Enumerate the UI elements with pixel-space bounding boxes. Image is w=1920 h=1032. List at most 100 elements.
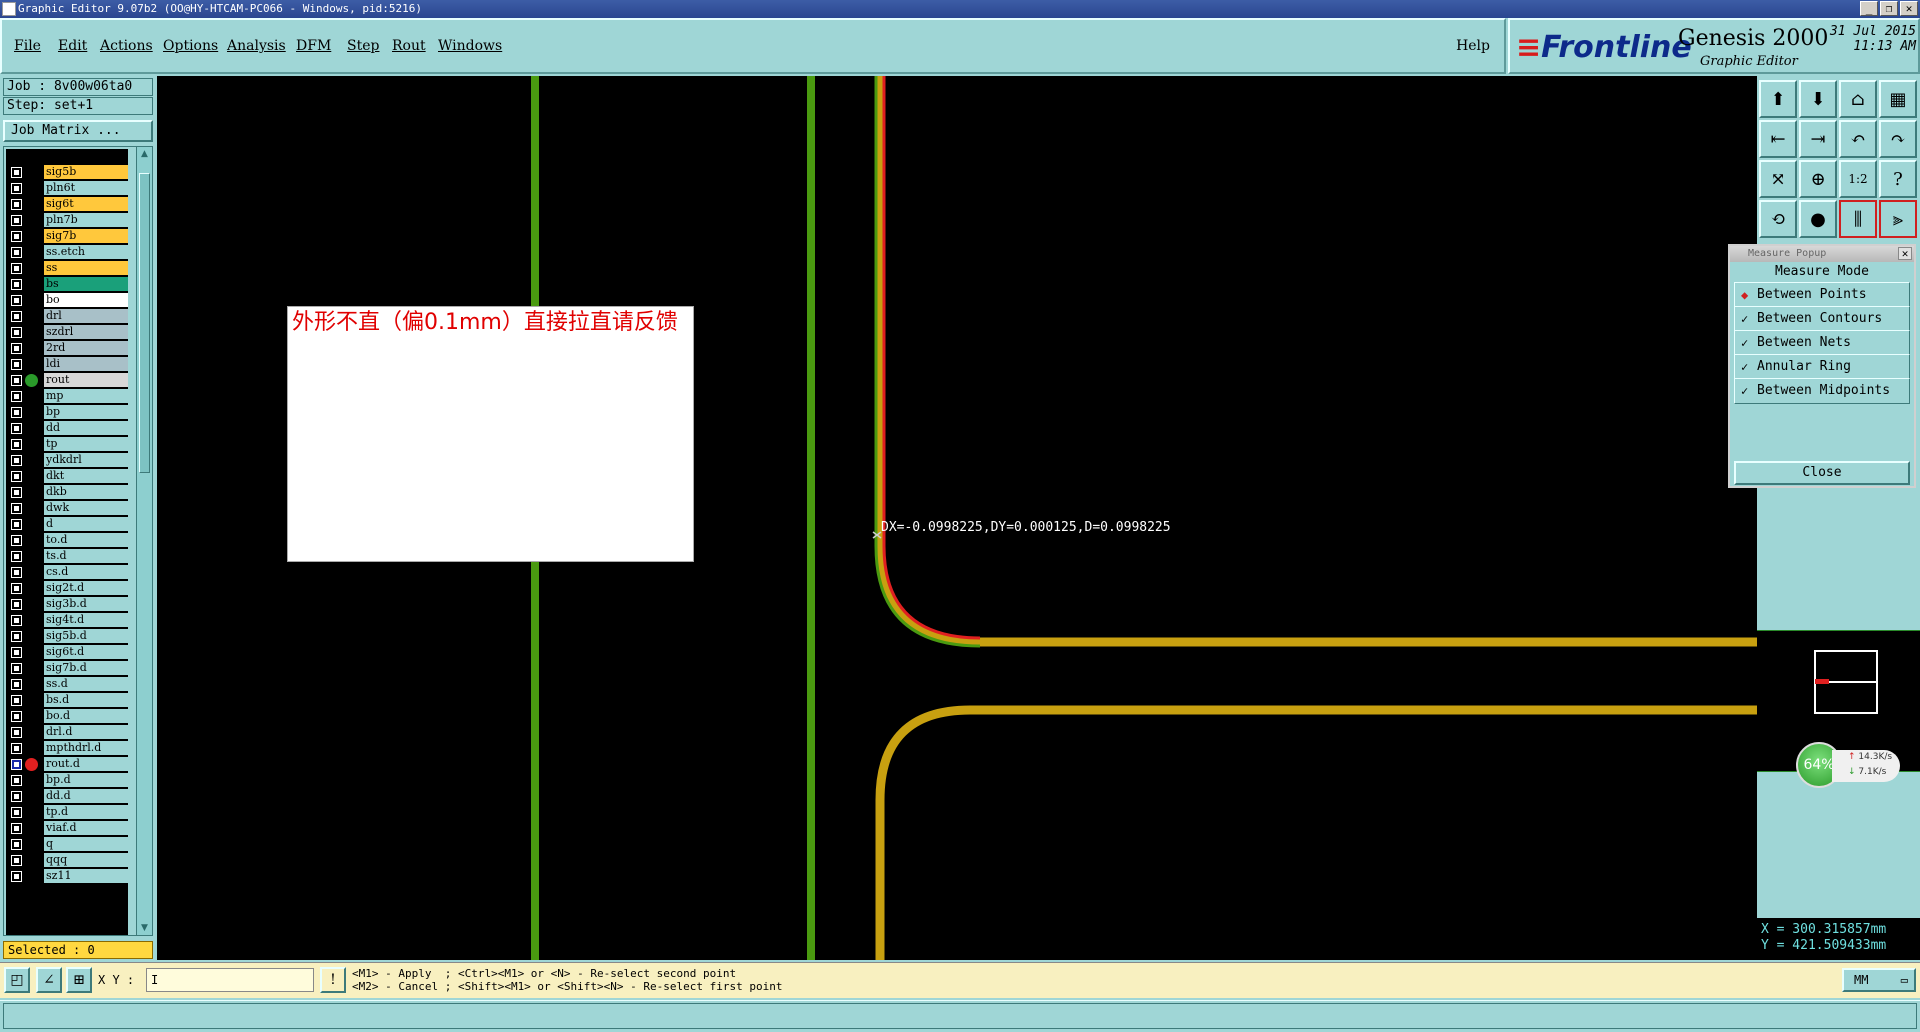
tool-zoom-fit-icon[interactable]: ⤧ <box>1759 160 1797 198</box>
layer-name[interactable]: pln7b <box>44 213 128 227</box>
layer-name[interactable]: sig5b.d <box>44 629 128 643</box>
layer-row[interactable]: ss.etch <box>6 245 128 259</box>
layer-name[interactable]: sig2t.d <box>44 581 128 595</box>
layer-row[interactable]: viaf.d <box>6 821 128 835</box>
layer-row[interactable]: sig3b.d <box>6 597 128 611</box>
layer-name[interactable]: bs <box>44 277 128 291</box>
layer-name[interactable]: dkb <box>44 485 128 499</box>
layer-row[interactable]: pln6t <box>6 181 128 195</box>
mode-between-nets[interactable]: ✓ Between Nets <box>1734 330 1910 356</box>
layer-checkbox[interactable] <box>11 615 22 626</box>
layer-name[interactable]: qqq <box>44 853 128 867</box>
layer-checkbox[interactable] <box>11 487 22 498</box>
layer-row[interactable]: drl <box>6 309 128 323</box>
layer-row[interactable]: ldi <box>6 357 128 371</box>
layer-row[interactable]: sig6t <box>6 197 128 211</box>
layer-name[interactable]: tp.d <box>44 805 128 819</box>
units-select[interactable]: MM ▭ <box>1842 968 1916 992</box>
layer-checkbox[interactable] <box>11 183 22 194</box>
layer-checkbox[interactable] <box>11 215 22 226</box>
layer-row[interactable]: sig2t.d <box>6 581 128 595</box>
layer-checkbox[interactable] <box>11 199 22 210</box>
layer-affected-icon[interactable] <box>25 758 38 771</box>
layer-name[interactable]: dwk <box>44 501 128 515</box>
layer-checkbox[interactable] <box>11 871 22 882</box>
layer-checkbox[interactable] <box>11 407 22 418</box>
layer-row[interactable]: rout.d <box>6 757 128 771</box>
layer-name[interactable]: bp <box>44 405 128 419</box>
layer-name[interactable]: to.d <box>44 533 128 547</box>
job-matrix-button[interactable]: Job Matrix ... <box>3 120 153 142</box>
layer-name[interactable]: dkt <box>44 469 128 483</box>
layer-checkbox[interactable] <box>11 263 22 274</box>
menu-help[interactable]: Help <box>1456 38 1490 54</box>
layer-row[interactable]: to.d <box>6 533 128 547</box>
menu-actions[interactable]: Actions <box>100 38 153 54</box>
layer-checkbox[interactable] <box>11 279 22 290</box>
layer-name[interactable]: dd.d <box>44 789 128 803</box>
popup-close-icon[interactable]: ✕ <box>1898 247 1912 260</box>
layer-checkbox[interactable] <box>11 503 22 514</box>
scroll-up-icon[interactable]: ▲ <box>139 149 150 159</box>
tool-save-icon[interactable]: ⬇ <box>1799 80 1837 118</box>
layer-checkbox[interactable] <box>11 455 22 466</box>
tool-scale-button[interactable]: 1:2 <box>1839 160 1877 198</box>
layer-name[interactable]: bo.d <box>44 709 128 723</box>
layer-row[interactable]: bs <box>6 277 128 291</box>
layer-checkbox[interactable] <box>11 391 22 402</box>
layer-name[interactable]: ss.etch <box>44 245 128 259</box>
mode-between-contours[interactable]: ✓ Between Contours <box>1734 306 1910 332</box>
layer-checkbox[interactable] <box>11 823 22 834</box>
layer-row[interactable]: ss <box>6 261 128 275</box>
layer-row[interactable]: sig5b <box>6 165 128 179</box>
menu-dfm[interactable]: DFM <box>296 38 331 54</box>
layer-name[interactable]: rout.d <box>44 757 128 771</box>
layer-checkbox[interactable] <box>11 679 22 690</box>
layer-name[interactable]: mp <box>44 389 128 403</box>
layer-row[interactable]: sig4t.d <box>6 613 128 627</box>
tool-layers-icon[interactable]: ⫼ <box>1839 200 1877 238</box>
layer-checkbox[interactable] <box>11 583 22 594</box>
layer-row[interactable]: 2rd <box>6 341 128 355</box>
tool-step-icon[interactable]: ⌂ <box>1839 80 1877 118</box>
network-gauge[interactable]: 64% ↑ 14.3K/s ↓ 7.1K/s <box>1796 742 1902 788</box>
layer-checkbox[interactable] <box>11 359 22 370</box>
layer-checkbox[interactable] <box>11 599 22 610</box>
layer-checkbox[interactable] <box>11 247 22 258</box>
layer-checkbox[interactable] <box>11 647 22 658</box>
layer-name[interactable]: dd <box>44 421 128 435</box>
tool-help-button[interactable]: ? <box>1879 160 1917 198</box>
layer-checkbox[interactable] <box>11 775 22 786</box>
layer-name[interactable]: bp.d <box>44 773 128 787</box>
layer-row[interactable]: d <box>6 517 128 531</box>
scroll-thumb[interactable] <box>139 173 150 473</box>
layer-checkbox[interactable] <box>11 743 22 754</box>
layer-row[interactable]: pln7b <box>6 213 128 227</box>
menu-analysis[interactable]: Analysis <box>227 38 286 54</box>
layer-name[interactable]: bo <box>44 293 128 307</box>
layer-name[interactable]: rout <box>44 373 128 387</box>
menu-options[interactable]: Options <box>163 38 218 54</box>
layer-row[interactable]: mpthdrl.d <box>6 741 128 755</box>
layer-name[interactable]: sig6t.d <box>44 645 128 659</box>
layer-name[interactable]: drl <box>44 309 128 323</box>
layer-name[interactable]: viaf.d <box>44 821 128 835</box>
tool-grid-icon[interactable]: ▦ <box>1879 80 1917 118</box>
layer-name[interactable]: 2rd <box>44 341 128 355</box>
layer-row[interactable]: cs.d <box>6 565 128 579</box>
layer-name[interactable]: ldi <box>44 357 128 371</box>
layer-name[interactable]: cs.d <box>44 565 128 579</box>
layer-checkbox[interactable] <box>11 807 22 818</box>
layer-name[interactable]: sig4t.d <box>44 613 128 627</box>
layer-name[interactable]: ydkdrl <box>44 453 128 467</box>
layer-name[interactable]: ts.d <box>44 549 128 563</box>
menu-edit[interactable]: Edit <box>58 38 87 54</box>
layer-row[interactable]: q <box>6 837 128 851</box>
tool-redo-icon[interactable]: ↷ <box>1879 120 1917 158</box>
layer-row[interactable]: bo <box>6 293 128 307</box>
layer-name[interactable]: szdrl <box>44 325 128 339</box>
layer-name[interactable]: ss.d <box>44 677 128 691</box>
maximize-icon[interactable]: ❐ <box>1880 1 1898 16</box>
tool-undo-icon[interactable]: ↶ <box>1839 120 1877 158</box>
layer-name[interactable]: tp <box>44 437 128 451</box>
